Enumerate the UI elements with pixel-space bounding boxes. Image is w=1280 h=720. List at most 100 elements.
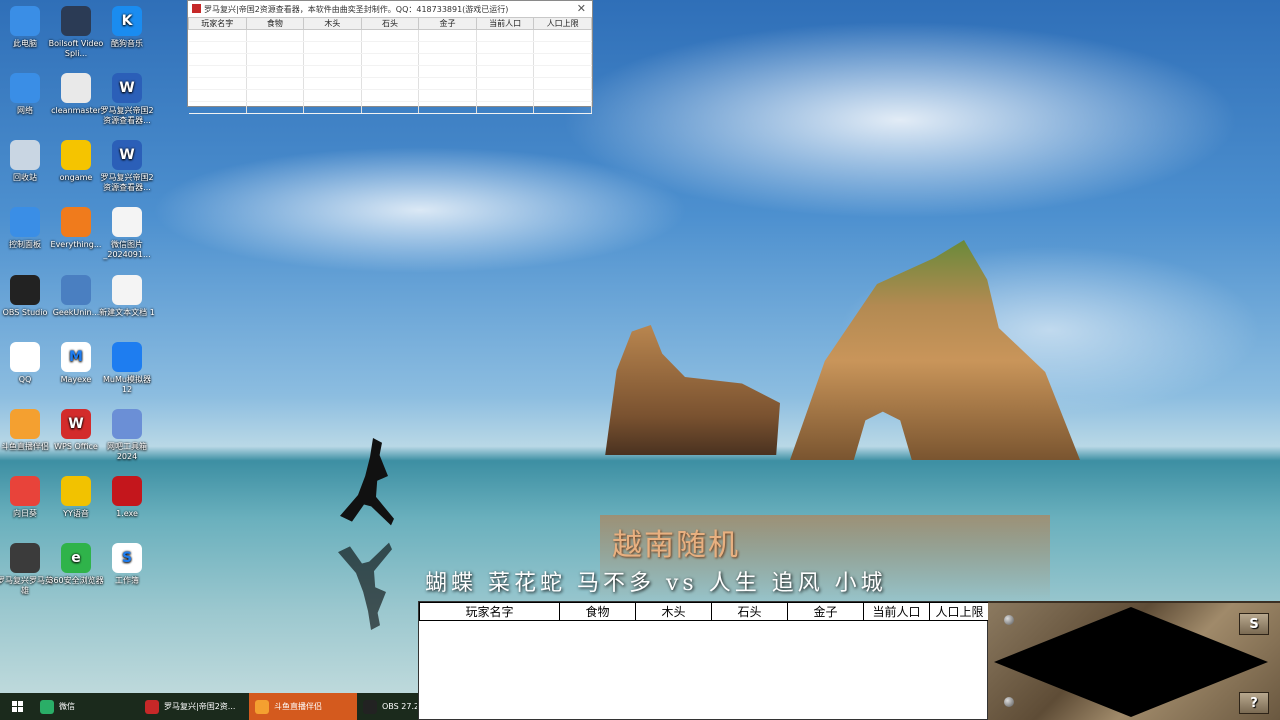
taskbar-item-label: 斗鱼直播伴侣 xyxy=(274,702,322,711)
desktop-icon-label: 网吧工具箱 2024 xyxy=(107,442,147,461)
desktop-icon-label: 斗鱼直播伴侣 xyxy=(1,442,49,451)
table-cell xyxy=(533,101,592,114)
table-cell xyxy=(246,53,305,66)
table-cell xyxy=(361,53,420,66)
desktop-icon[interactable]: OBS Studio xyxy=(0,275,53,318)
taskbar: 微信 罗马复兴|帝国2资... 斗鱼直播伴侣 OBS 27.2. xyxy=(0,693,418,720)
desktop-icon-label: WPS Office xyxy=(54,442,98,451)
table-cell xyxy=(246,77,305,90)
table-cell xyxy=(246,65,305,78)
desktop-icon-label: 罗马复兴帝国2资源查看器... xyxy=(100,173,154,192)
close-icon[interactable]: ✕ xyxy=(577,2,586,15)
desktop-icon[interactable]: Everything... xyxy=(48,207,104,250)
cleanmaster-icon xyxy=(61,73,91,103)
desktop-icon[interactable]: M Mayexe xyxy=(48,342,104,385)
desktop-icon[interactable]: 此电脑 xyxy=(0,6,53,49)
desktop-icon-label: Boilsoft Video Spli... xyxy=(48,39,104,58)
desktop-icon[interactable]: 向日葵 xyxy=(0,476,53,519)
desktop-icon[interactable]: W 罗马复兴帝国2资源查看器... xyxy=(99,140,155,193)
desktop-icon-label: 罗马复兴帝国2资源查看器... xyxy=(100,106,154,125)
column-header-player-name[interactable]: 玩家名字 xyxy=(188,17,247,30)
desktop-icon[interactable]: W 罗马复兴帝国2资源查看器... xyxy=(99,73,155,126)
minimap-diamond[interactable] xyxy=(994,607,1268,717)
desktop-icon[interactable]: 罗马复兴罗马英雄 xyxy=(0,543,53,596)
desktop-icon[interactable]: 1.exe xyxy=(99,476,155,519)
desktop-icon[interactable]: Boilsoft Video Spli... xyxy=(48,6,104,59)
wps-icon: W xyxy=(61,409,91,439)
column-header-gold[interactable]: 金子 xyxy=(418,17,477,30)
desktop-icon-label: 微信图片_2024091... xyxy=(103,240,151,259)
sunlogin-icon xyxy=(10,476,40,506)
desktop-icon[interactable]: S 工作簿 xyxy=(99,543,155,586)
table-cell xyxy=(533,89,592,102)
taskbar-items: 微信 罗马复兴|帝国2资... 斗鱼直播伴侣 OBS 27.2. xyxy=(34,693,417,720)
taskbar-item[interactable]: 罗马复兴|帝国2资... xyxy=(139,693,249,720)
start-button[interactable] xyxy=(0,693,34,720)
resource-viewer-titlebar[interactable]: 罗马复兴|帝国2资源查看器，本软件由曲奕圣封制作。QQ：418733891(游戏… xyxy=(188,1,592,17)
score-button[interactable]: S xyxy=(1239,613,1269,635)
taskbar-item[interactable]: 斗鱼直播伴侣 xyxy=(249,693,357,720)
desktop-icon-label: 罗马复兴罗马英雄 xyxy=(0,576,53,595)
desktop-icon-label: YY语音 xyxy=(63,509,89,518)
table-cell xyxy=(361,65,420,78)
video-splitter-icon xyxy=(61,6,91,36)
table-cell xyxy=(303,89,362,102)
mumu-icon xyxy=(112,342,142,372)
table-cell xyxy=(246,29,305,42)
taskbar-item[interactable]: OBS 27.2. xyxy=(357,693,417,720)
column-header-current-pop[interactable]: 当前人口 xyxy=(475,17,535,30)
table-cell xyxy=(246,101,305,114)
ongame-icon xyxy=(61,140,91,170)
stats-header-pop-limit: 人口上限 xyxy=(929,602,990,621)
game-minimap[interactable]: S ? xyxy=(988,601,1280,720)
desktop-icon[interactable]: 新建文本文档 1 xyxy=(99,275,155,318)
desktop-icon[interactable]: 斗鱼直播伴侣 xyxy=(0,409,53,452)
desktop-icon[interactable]: W WPS Office xyxy=(48,409,104,452)
stats-header-current-pop: 当前人口 xyxy=(863,602,930,621)
table-cell xyxy=(533,53,592,66)
desktop-icon[interactable]: 控制面板 xyxy=(0,207,53,250)
column-header-stone[interactable]: 石头 xyxy=(360,17,420,30)
column-header-wood[interactable]: 木头 xyxy=(303,17,362,30)
table-cell xyxy=(476,65,535,78)
table-cell xyxy=(303,101,362,114)
desktop-icon[interactable]: QQ xyxy=(0,342,53,385)
spreadsheet-icon: S xyxy=(112,543,142,573)
desktop-icon[interactable]: GeekUnin... xyxy=(48,275,104,318)
column-header-pop-limit[interactable]: 人口上限 xyxy=(533,17,592,30)
taskbar-item[interactable]: 微信 xyxy=(34,693,139,720)
desktop-icon[interactable]: MuMu模拟器12 xyxy=(99,342,155,395)
desktop-icon[interactable]: cleanmaster xyxy=(48,73,104,116)
help-button[interactable]: ? xyxy=(1239,692,1269,714)
exe-icon xyxy=(112,476,142,506)
resource-viewer-table: 玩家名字 食物 木头 石头 金子 当前人口 人口上限 xyxy=(188,17,592,114)
desktop-icon[interactable]: 回收站 xyxy=(0,140,53,183)
desktop-icon[interactable]: K 酷狗音乐 xyxy=(99,6,155,49)
table-cell xyxy=(303,77,362,90)
table-cell xyxy=(188,41,247,54)
desktop-icon-label: cleanmaster xyxy=(51,106,101,115)
desktop-icon[interactable]: YY语音 xyxy=(48,476,104,519)
game-shortcut-icon xyxy=(10,543,40,573)
resource-viewer-window[interactable]: 罗马复兴|帝国2资源查看器，本软件由曲奕圣封制作。QQ：418733891(游戏… xyxy=(187,0,593,114)
stats-header-player-name: 玩家名字 xyxy=(419,602,560,621)
column-header-food[interactable]: 食物 xyxy=(245,17,305,30)
desktop-icon-label: ongame xyxy=(59,173,93,182)
table-cell xyxy=(188,101,247,114)
table-cell xyxy=(418,89,477,102)
rivet-icon xyxy=(1004,615,1014,625)
desktop-icon[interactable]: 网络 xyxy=(0,73,53,116)
desktop-icon[interactable]: ongame xyxy=(48,140,104,183)
table-cell xyxy=(476,77,535,90)
desktop-icon-label: GeekUnin... xyxy=(52,308,100,317)
word-doc-icon: W xyxy=(112,73,142,103)
window-title: 罗马复兴|帝国2资源查看器，本软件由曲奕圣封制作。QQ：418733891(游戏… xyxy=(204,5,509,14)
table-cell xyxy=(476,29,535,42)
desktop-icon[interactable]: 微信图片_2024091... xyxy=(99,207,155,260)
desktop-icon-label: 向日葵 xyxy=(13,509,37,518)
desktop-icon[interactable]: 网吧工具箱 2024 xyxy=(99,409,155,462)
desktop-icon[interactable]: e 360安全浏览器 xyxy=(48,543,104,586)
table-row xyxy=(188,41,592,54)
table-row xyxy=(188,29,592,42)
rome-app-icon xyxy=(145,699,159,714)
